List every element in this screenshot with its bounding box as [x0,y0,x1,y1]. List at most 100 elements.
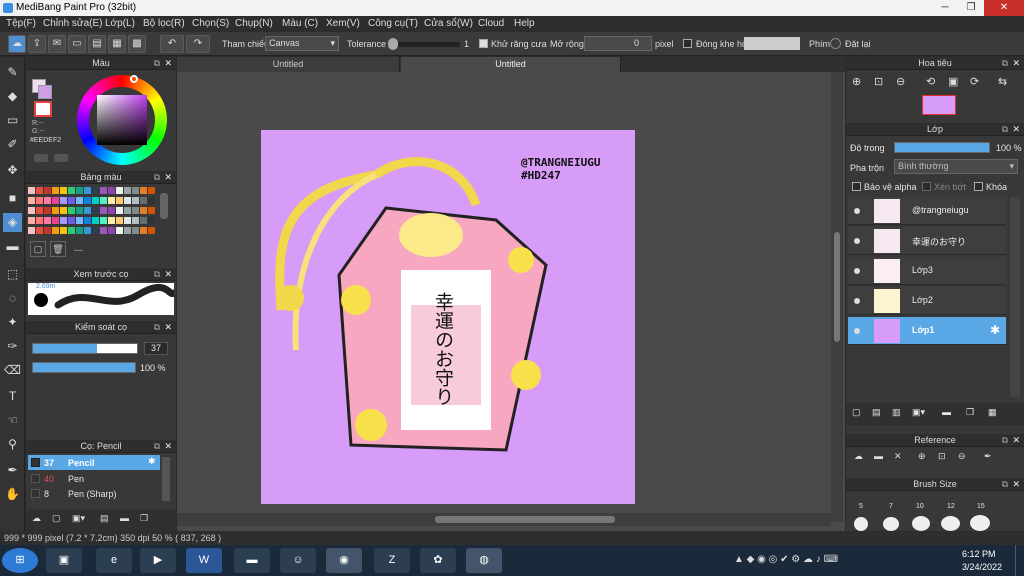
palette-swatch[interactable] [36,217,43,224]
brush-size-slider[interactable] [32,343,138,354]
color-mode-button[interactable] [34,154,48,162]
palette-swatch[interactable] [140,197,147,204]
duplicate-layer-icon[interactable]: ❐ [966,407,974,418]
palette-swatch[interactable] [28,187,35,194]
palette-swatch[interactable] [124,187,131,194]
palette-swatch[interactable] [36,197,43,204]
eye-icon[interactable] [854,208,860,214]
palette-swatch[interactable] [44,217,51,224]
panel-close-icon[interactable]: ✕ [164,57,172,70]
brush-size-preset[interactable]: 12 [947,503,955,510]
brush-icon[interactable]: ✎ [3,63,22,82]
transparent-color-swatch[interactable] [34,101,52,117]
reset-icon[interactable] [830,38,841,49]
palette-swatch[interactable] [124,227,131,234]
brush-settings-icon[interactable]: ▤ [100,513,109,524]
menu-window[interactable]: Cửa sổ(W) [424,18,473,29]
comment-icon[interactable]: ✉ [48,35,66,53]
palette-swatch[interactable] [92,207,99,214]
navigator-thumbnail[interactable] [922,95,956,115]
cloud-icon[interactable]: ☁ [854,451,863,462]
palette-swatch[interactable] [68,197,75,204]
detach-icon[interactable]: ⧉ [1002,123,1008,136]
new-8bit-layer-icon[interactable]: ▥ [892,407,901,418]
hand-icon[interactable]: ✋ [3,485,22,504]
reset-label[interactable]: Đặt lại [845,39,871,49]
palette-swatch[interactable] [36,207,43,214]
palette-swatch[interactable] [132,227,139,234]
minimize-button[interactable]: ─ [932,0,958,16]
select-eraser-icon[interactable]: ⌫ [3,361,22,380]
brush-size-dot[interactable] [970,515,990,531]
menu-help[interactable]: Help [514,18,535,29]
zoom-in-icon[interactable]: ⊕ [918,451,926,462]
brush-list-scrollbar[interactable] [162,457,170,501]
new-layer-icon[interactable]: ▢ [852,407,861,418]
vertical-scroll-thumb[interactable] [834,232,840,342]
close-gap-slider[interactable] [744,37,800,50]
close-button[interactable]: ✕ [984,0,1024,16]
show-desktop-button[interactable] [1015,545,1024,576]
palette-swatch[interactable] [84,227,91,234]
palette-swatch[interactable] [148,207,155,214]
palette-swatch[interactable] [140,217,147,224]
cloud-brush-icon[interactable]: ☁ [32,513,41,524]
eyedropper-icon[interactable]: ✒ [3,461,22,480]
tolerance-slider[interactable] [388,42,460,47]
clock-date[interactable]: 3/24/2022 [962,562,1002,572]
palette-swatch[interactable] [140,187,147,194]
menu-cloud[interactable]: Cloud [478,18,504,29]
zoom-out-icon[interactable]: ⊖ [896,75,905,88]
palette-swatch[interactable] [140,207,147,214]
menu-color[interactable]: Màu (C) [282,18,318,29]
brush-size-dot[interactable] [941,516,960,531]
dropper-icon[interactable]: ⚲ [3,435,22,454]
pen-icon[interactable]: ✐ [3,135,22,154]
palette-swatch[interactable] [60,207,67,214]
palette-swatch[interactable] [36,227,43,234]
new-layer-menu-icon[interactable]: ▣▾ [912,407,925,418]
add-brush-icon[interactable]: ▢ [52,513,61,524]
add-brush-menu-icon[interactable]: ▣▾ [72,513,85,524]
palette-swatch[interactable] [76,217,83,224]
horizontal-scrollbar[interactable] [177,513,831,526]
chrome-icon[interactable]: ◉ [326,548,362,573]
palette-swatch[interactable] [84,217,91,224]
flip-icon[interactable]: ⇆ [998,75,1007,88]
palette-swatch[interactable] [124,197,131,204]
menu-layer[interactable]: Lớp(L) [105,18,135,29]
palette-swatch[interactable] [140,227,147,234]
palette-swatch[interactable] [84,207,91,214]
palette-swatch[interactable] [28,227,35,234]
palette-swatch[interactable] [36,187,43,194]
gear-icon[interactable]: ✱ [990,323,1000,337]
layer-row[interactable]: Lớp2 [848,287,1006,315]
palette-swatch[interactable] [100,197,107,204]
eraser-icon[interactable]: ◆ [3,87,22,106]
rotate-left-icon[interactable]: ⟲ [926,75,935,88]
layer-row[interactable]: @trangneiugu [848,197,1006,225]
palette-swatch[interactable] [100,227,107,234]
brush-size-dot[interactable] [912,516,930,531]
layer-opacity-slider[interactable] [894,142,990,153]
palette-swatch[interactable] [52,217,59,224]
tiles-icon[interactable]: ▩ [128,35,146,53]
menu-view[interactable]: Xem(V) [326,18,360,29]
detach-icon[interactable]: ⧉ [1002,434,1008,447]
palette-swatch[interactable] [92,227,99,234]
word-icon[interactable]: W [186,548,222,573]
palette-swatch[interactable] [148,187,155,194]
palette-swatch[interactable] [60,227,67,234]
palette-swatch[interactable] [116,187,123,194]
secondary-color-swatch[interactable] [38,85,52,99]
taskbar-app-1[interactable]: ▣ [46,548,82,573]
brush-size-dot[interactable] [883,517,899,531]
duplicate-icon[interactable]: ❐ [140,513,148,524]
palette-swatch[interactable] [60,217,67,224]
palette-swatch[interactable] [108,197,115,204]
blend-mode-select[interactable]: Bình thường ▾ [894,159,1018,174]
open-folder-icon[interactable]: ▬ [874,451,883,461]
folder-icon[interactable]: ▬ [942,407,951,417]
brush-size-input[interactable]: 37 [144,342,168,355]
palette-swatch[interactable] [60,197,67,204]
